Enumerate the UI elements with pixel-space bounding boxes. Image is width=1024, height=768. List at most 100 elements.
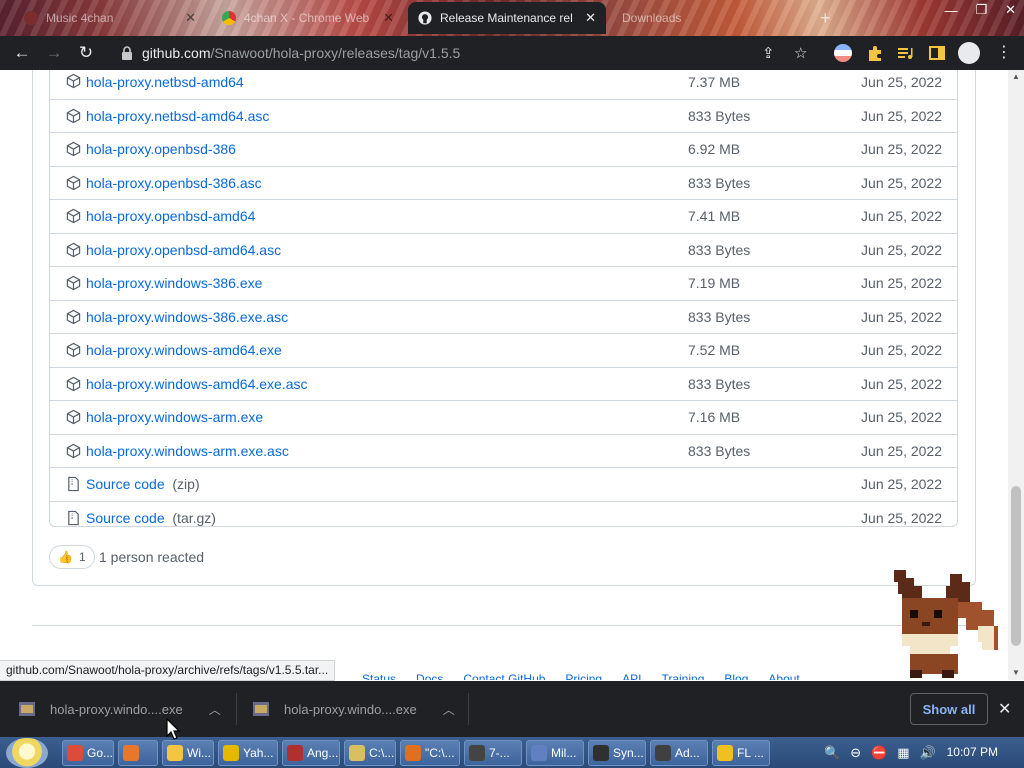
scrollbar-thumb[interactable]	[1011, 486, 1021, 646]
asset-link[interactable]: hola-proxy.windows-386.exe.asc	[86, 309, 288, 325]
asset-link[interactable]: hola-proxy.windows-amd64.exe	[86, 342, 282, 358]
taskbar-button[interactable]: Ad...	[650, 740, 708, 766]
share-icon[interactable]: ⇪	[762, 44, 775, 62]
close-icon[interactable]: ✕	[185, 10, 196, 26]
taskbar-button[interactable]	[118, 740, 158, 766]
taskbar-button[interactable]: Syn...	[588, 740, 646, 766]
asset-size: 833 Bytes	[688, 442, 751, 459]
source-code-link[interactable]: Source code (tar.gz)	[86, 510, 216, 526]
asset-size: 833 Bytes	[688, 107, 751, 124]
avatar-icon[interactable]	[958, 42, 980, 64]
tab-downloads[interactable]: Downloads	[612, 2, 808, 34]
footer-link-training[interactable]: Training	[661, 672, 704, 680]
taskbar-app-icon	[531, 745, 547, 761]
tab-chrome-web-store[interactable]: 4chan X - Chrome Web ✕	[212, 2, 404, 34]
asset-row: hola-proxy.netbsd-amd64 7.37 MB Jun 25, 20…	[49, 70, 958, 99]
reaction-button[interactable]: 👍 1	[49, 545, 95, 569]
sidebar-icon[interactable]	[928, 44, 946, 62]
status-bar-url: github.com/Snawoot/hola-proxy/archive/re…	[0, 660, 336, 681]
footer-link-pricing[interactable]: Pricing	[565, 672, 602, 680]
footer-link-about[interactable]: About	[768, 672, 799, 680]
taskbar-button-label: Ang...	[307, 746, 339, 760]
source-code-link[interactable]: Source code (zip)	[86, 476, 200, 492]
asset-date: Jun 25, 2022	[861, 107, 942, 124]
taskbar-button[interactable]: Mil...	[526, 740, 584, 766]
taskbar-app-icon	[717, 745, 733, 761]
page-scrollbar[interactable]: ▲ ▼	[1008, 70, 1024, 680]
footer-link-contact[interactable]: Contact GitHub	[463, 672, 545, 680]
asset-link[interactable]: hola-proxy.netbsd-amd64	[86, 74, 244, 90]
taskbar-button[interactable]: Wi...	[162, 740, 214, 766]
taskbar-button[interactable]: FL ...	[712, 740, 770, 766]
footer-link-status[interactable]: Status	[362, 672, 396, 680]
puzzle-icon[interactable]	[866, 44, 884, 62]
download-item[interactable]: hola-proxy.windo....exe ︿	[252, 681, 455, 737]
close-icon[interactable]: ✕	[998, 699, 1011, 719]
tab-music-4chan[interactable]: Music 4chan ✕	[14, 2, 206, 34]
playlist-icon[interactable]	[896, 44, 914, 62]
asset-date: Jun 25, 2022	[861, 275, 942, 292]
package-icon	[66, 275, 81, 291]
taskbar-button[interactable]: Go...	[62, 740, 114, 766]
chevron-up-icon[interactable]: ︿	[209, 701, 221, 718]
tab-release-maintenance[interactable]: Release Maintenance rel ✕	[408, 2, 606, 34]
asset-link[interactable]: hola-proxy.windows-386.exe	[86, 275, 262, 291]
show-all-button[interactable]: Show all	[910, 693, 988, 725]
chevron-up-icon[interactable]: ︿	[443, 701, 455, 718]
asset-date: Jun 25, 2022	[861, 174, 942, 191]
reload-icon[interactable]: ↻	[70, 37, 102, 69]
tray-minus-icon[interactable]: ⊖	[850, 745, 861, 761]
start-button[interactable]	[6, 738, 48, 768]
taskbar-button[interactable]: "C:\...	[400, 740, 460, 766]
volume-icon[interactable]: 🔊	[920, 745, 936, 761]
taskbar-button-label: Go...	[87, 746, 114, 760]
asset-link[interactable]: hola-proxy.windows-arm.exe.asc	[86, 443, 289, 459]
download-filename: hola-proxy.windo....exe	[50, 701, 183, 717]
new-tab-icon[interactable]: +	[820, 8, 831, 29]
scroll-up-icon[interactable]: ▲	[1008, 70, 1024, 84]
scroll-down-icon[interactable]: ▼	[1008, 666, 1024, 680]
minimize-icon[interactable]: —	[944, 3, 957, 18]
package-icon	[66, 409, 81, 425]
footer-link-api[interactable]: API	[622, 672, 641, 680]
asset-row: hola-proxy.netbsd-amd64.asc 833 Bytes Jun …	[49, 98, 958, 133]
back-arrow-icon[interactable]: ←	[6, 37, 38, 69]
footer-link-docs[interactable]: Docs	[416, 672, 443, 680]
kebab-menu-icon[interactable]: ⋮	[996, 42, 1014, 61]
taskbar-app-icon	[223, 745, 239, 761]
asset-size: 7.16 MB	[688, 409, 741, 426]
taskbar-button[interactable]: Yah...	[218, 740, 278, 766]
asset-link[interactable]: hola-proxy.windows-amd64.exe.asc	[86, 376, 308, 392]
download-item[interactable]: hola-proxy.windo....exe ︿	[18, 681, 221, 737]
asset-link[interactable]: hola-proxy.netbsd-amd64.asc	[86, 108, 269, 124]
taskbar-button[interactable]: C:\...	[344, 740, 396, 766]
asset-date: Jun 25, 2022	[861, 509, 942, 526]
close-window-icon[interactable]: ✕	[1005, 2, 1016, 18]
tab-strip: Music 4chan ✕ 4chan X - Chrome Web ✕ Rel…	[0, 0, 1024, 36]
package-icon	[66, 376, 81, 391]
close-icon[interactable]: ✕	[383, 10, 394, 26]
forward-arrow-icon[interactable]: →	[38, 37, 70, 69]
asset-link[interactable]: hola-proxy.windows-arm.exe	[86, 409, 263, 425]
star-icon[interactable]: ☆	[794, 44, 807, 62]
footer-link-blog[interactable]: Blog	[724, 672, 748, 680]
footer-divider	[32, 625, 976, 626]
extension-flag-icon[interactable]	[834, 44, 852, 62]
tray-network-icon[interactable]: ▦	[897, 745, 909, 761]
asset-date: Jun 25, 2022	[861, 442, 942, 459]
tray-security-icon[interactable]: ⛔	[871, 745, 887, 761]
url-host: github.com	[142, 45, 211, 61]
taskbar-button[interactable]: Ang...	[282, 740, 340, 766]
asset-link[interactable]: hola-proxy.openbsd-386	[86, 141, 236, 157]
maximize-icon[interactable]: ❐	[975, 2, 987, 18]
taskbar-clock[interactable]: 10:07 PM	[947, 745, 998, 759]
address-bar[interactable]: github.com/Snawoot/hola-proxy/releases/t…	[106, 39, 824, 67]
search-icon[interactable]: 🔍	[824, 745, 840, 761]
taskbar-button[interactable]: 7-...	[464, 740, 522, 766]
asset-link[interactable]: hola-proxy.openbsd-amd64.asc	[86, 242, 281, 258]
asset-size: 833 Bytes	[688, 308, 751, 325]
asset-link[interactable]: hola-proxy.openbsd-amd64	[86, 208, 255, 224]
asset-link[interactable]: hola-proxy.openbsd-386.asc	[86, 175, 262, 191]
close-icon[interactable]: ✕	[585, 10, 596, 26]
tab-title: 4chan X - Chrome Web	[244, 11, 370, 25]
